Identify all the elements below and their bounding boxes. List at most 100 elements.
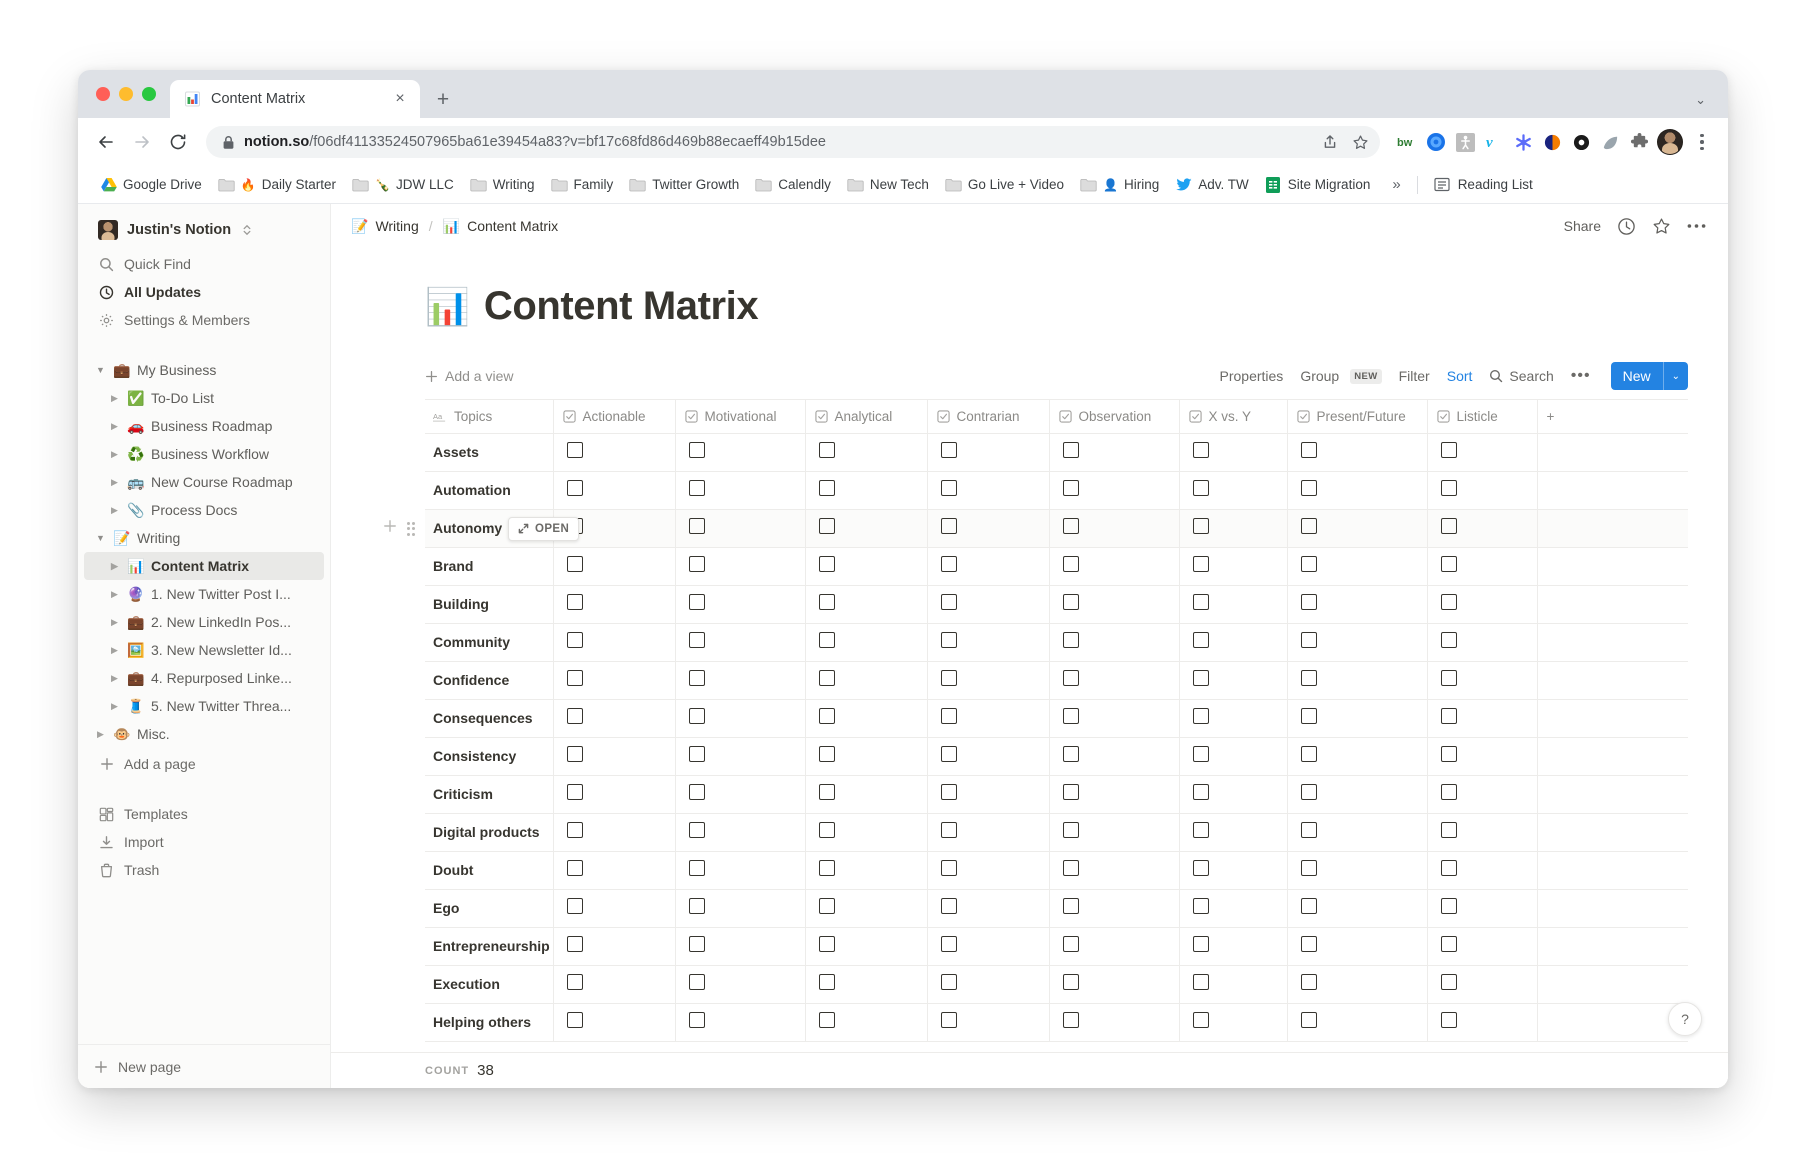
checkbox-icon[interactable]: [941, 594, 957, 610]
more-options-icon[interactable]: [1687, 223, 1706, 229]
checkbox-cell[interactable]: [805, 852, 927, 890]
checkbox-cell[interactable]: [1287, 852, 1427, 890]
bitwarden-icon[interactable]: bw: [1396, 131, 1418, 153]
checkbox-icon[interactable]: [1193, 746, 1209, 762]
checkbox-icon[interactable]: [567, 632, 583, 648]
checkbox-icon[interactable]: [1301, 898, 1317, 914]
checkbox-icon[interactable]: [1193, 1012, 1209, 1028]
checkbox-icon[interactable]: [567, 480, 583, 496]
checkbox-cell[interactable]: [927, 814, 1049, 852]
checkbox-cell[interactable]: [1049, 472, 1179, 510]
checkbox-cell[interactable]: [553, 814, 675, 852]
checkbox-cell[interactable]: [553, 700, 675, 738]
drag-handle-icon[interactable]: [407, 522, 416, 536]
checkbox-icon[interactable]: [567, 442, 583, 458]
checkbox-cell[interactable]: [1049, 1004, 1179, 1042]
checkbox-cell[interactable]: [805, 776, 927, 814]
checkbox-icon[interactable]: [1441, 480, 1457, 496]
sidebar-item-repurposed-linkedin[interactable]: ▶ 💼 4. Repurposed Linke...: [84, 664, 324, 692]
sidebar-item-writing[interactable]: ▼ 📝 Writing: [84, 524, 324, 552]
checkbox-icon[interactable]: [941, 898, 957, 914]
sidebar-item-trash[interactable]: Trash: [84, 856, 324, 884]
tab-list-chevron-icon[interactable]: ⌄: [1695, 92, 1706, 108]
checkbox-cell[interactable]: [927, 624, 1049, 662]
bookmark-new-tech[interactable]: New Tech: [839, 173, 937, 197]
row-title-cell[interactable]: Doubt: [425, 852, 553, 890]
checkbox-cell[interactable]: [1179, 700, 1287, 738]
checkbox-icon[interactable]: [1063, 936, 1079, 952]
table-row[interactable]: Brand: [425, 548, 1688, 586]
checkbox-cell[interactable]: [675, 662, 805, 700]
checkbox-icon[interactable]: [1441, 974, 1457, 990]
checkbox-icon[interactable]: [1193, 556, 1209, 572]
share-button[interactable]: Share: [1564, 218, 1601, 234]
moon-icon[interactable]: [1541, 131, 1563, 153]
filter-button[interactable]: Filter: [1399, 368, 1430, 384]
checkbox-icon[interactable]: [1063, 670, 1079, 686]
checkbox-icon[interactable]: [567, 1012, 583, 1028]
checkbox-icon[interactable]: [1441, 784, 1457, 800]
checkbox-cell[interactable]: [1427, 586, 1537, 624]
sidebar-item-quick-find[interactable]: Quick Find: [84, 250, 324, 278]
checkbox-cell[interactable]: [1287, 472, 1427, 510]
asterisk-icon[interactable]: [1512, 131, 1534, 153]
checkbox-icon[interactable]: [567, 708, 583, 724]
checkbox-cell[interactable]: [927, 966, 1049, 1004]
puzzle-icon[interactable]: [1628, 131, 1650, 153]
checkbox-cell[interactable]: [1179, 966, 1287, 1004]
checkbox-icon[interactable]: [1063, 784, 1079, 800]
open-record-button[interactable]: OPEN: [508, 517, 579, 541]
checkbox-icon[interactable]: [819, 1012, 835, 1028]
checkbox-cell[interactable]: [1427, 928, 1537, 966]
help-button[interactable]: ?: [1668, 1002, 1702, 1036]
sidebar-item-business-workflow[interactable]: ▶ ♻️ Business Workflow: [84, 440, 324, 468]
sidebar-item-import[interactable]: Import: [84, 828, 324, 856]
table-row[interactable]: Automation: [425, 472, 1688, 510]
checkbox-icon[interactable]: [1301, 594, 1317, 610]
checkbox-cell[interactable]: [927, 472, 1049, 510]
checkbox-icon[interactable]: [819, 518, 835, 534]
checkbox-icon[interactable]: [567, 784, 583, 800]
checkbox-cell[interactable]: [553, 1004, 675, 1042]
add-column-button[interactable]: +: [1537, 400, 1688, 434]
table-row[interactable]: Consistency: [425, 738, 1688, 776]
checkbox-cell[interactable]: [1427, 662, 1537, 700]
checkbox-cell[interactable]: [675, 814, 805, 852]
checkbox-icon[interactable]: [819, 974, 835, 990]
sidebar-item-business-roadmap[interactable]: ▶ 🚗 Business Roadmap: [84, 412, 324, 440]
checkbox-icon[interactable]: [941, 974, 957, 990]
row-title-cell[interactable]: Community: [425, 624, 553, 662]
checkbox-cell[interactable]: [805, 548, 927, 586]
checkbox-icon[interactable]: [1441, 708, 1457, 724]
bookmark-writing[interactable]: Writing: [462, 173, 543, 197]
checkbox-cell[interactable]: [553, 966, 675, 1004]
checkbox-icon[interactable]: [1193, 860, 1209, 876]
checkbox-cell[interactable]: [1179, 852, 1287, 890]
checkbox-cell[interactable]: [1427, 776, 1537, 814]
checkbox-icon[interactable]: [1193, 974, 1209, 990]
chevron-right-icon[interactable]: ▶: [108, 561, 121, 572]
chevron-right-icon[interactable]: ▶: [108, 449, 121, 460]
checkbox-cell[interactable]: [1179, 890, 1287, 928]
checkbox-cell[interactable]: [1427, 890, 1537, 928]
circle-icon[interactable]: [1570, 131, 1592, 153]
checkbox-cell[interactable]: [1179, 510, 1287, 548]
checkbox-icon[interactable]: [1441, 936, 1457, 952]
chevron-right-icon[interactable]: ▶: [108, 393, 121, 404]
checkbox-cell[interactable]: [553, 472, 675, 510]
checkbox-cell[interactable]: [805, 472, 927, 510]
checkbox-cell[interactable]: [1287, 966, 1427, 1004]
checkbox-cell[interactable]: [1179, 776, 1287, 814]
checkbox-cell[interactable]: [1427, 966, 1537, 1004]
new-tab-button[interactable]: +: [428, 84, 458, 114]
updates-clock-icon[interactable]: [1617, 217, 1636, 236]
checkbox-icon[interactable]: [819, 670, 835, 686]
bookmark-family[interactable]: Family: [543, 173, 622, 197]
checkbox-icon[interactable]: [1063, 746, 1079, 762]
checkbox-icon[interactable]: [1301, 518, 1317, 534]
checkbox-cell[interactable]: [927, 852, 1049, 890]
checkbox-cell[interactable]: [675, 890, 805, 928]
row-title-cell[interactable]: Brand: [425, 548, 553, 586]
checkbox-cell[interactable]: [1179, 738, 1287, 776]
checkbox-icon[interactable]: [689, 442, 705, 458]
